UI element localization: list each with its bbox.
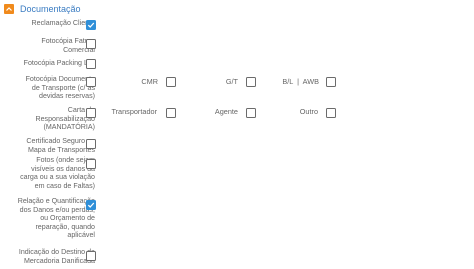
label-line: dos Danos e/ou perdas, [19, 205, 95, 214]
checkbox-documento-transporte[interactable] [86, 77, 96, 87]
label-line: visíveis os danos da [31, 164, 95, 173]
checkbox-outro[interactable] [326, 108, 336, 118]
label-fotos: Fotos (onde sejam visíveis os danos da c… [20, 156, 95, 190]
checkbox-gt[interactable] [246, 77, 256, 87]
checkbox-reclamacao-cliente[interactable] [86, 20, 96, 30]
checkbox-certificado-seguro[interactable] [86, 139, 96, 149]
label-line: em caso de Faltas) [34, 181, 95, 190]
label-documento-transporte: Fotocópia Documento de Transporte (c/ as… [26, 75, 95, 101]
label-line: Fotocópia Documento [25, 75, 95, 83]
label-line: devidas reservas) [39, 92, 95, 101]
label-transportador: Transportador [111, 107, 157, 116]
checkbox-agente[interactable] [246, 108, 256, 118]
label-packing-list: Fotocópia Packing List [24, 59, 95, 68]
label-line: reparação, quando [35, 222, 95, 231]
checkbox-fotos[interactable] [86, 159, 96, 169]
collapse-section-button[interactable] [4, 4, 14, 14]
chevron-up-icon [6, 7, 12, 11]
checkmark-icon [87, 202, 95, 208]
label-line: Mercadoria Danificada [24, 256, 95, 265]
checkmark-icon [87, 22, 95, 28]
label-line: Fotos (onde sejam [36, 156, 95, 164]
checkbox-carta-responsabilizacao[interactable] [86, 108, 96, 118]
label-bl-awb: B/L | AWB [282, 77, 319, 86]
label-line: aplicável [67, 231, 95, 240]
checkbox-transportador[interactable] [166, 108, 176, 118]
section-header: Documentação [4, 3, 81, 15]
label-line: Mapa de Transportes [27, 145, 95, 154]
label-line: carga ou a sua violação [20, 173, 95, 182]
label-gt: G/T [225, 77, 238, 86]
checkbox-fotocopia-fatura[interactable] [86, 39, 96, 49]
checkbox-indicacao-destino[interactable] [86, 251, 96, 261]
label-relacao-quantificacao: Relação e Quantificação dos Danos e/ou p… [18, 197, 95, 240]
checkbox-packing-list[interactable] [86, 59, 96, 69]
checkbox-cmr[interactable] [166, 77, 176, 87]
section-title: Documentação [20, 4, 81, 14]
label-agente: Agente [214, 107, 238, 116]
label-cmr: CMR [141, 77, 158, 86]
label-certificado-seguro: Certificado Seguro ou Mapa de Transporte… [26, 137, 95, 154]
checkbox-bl-awb[interactable] [326, 77, 336, 87]
label-line: Relação e Quantificação [17, 197, 95, 205]
checkbox-relacao-quantificacao[interactable] [86, 200, 96, 210]
label-line: de Transporte (c/ as [31, 83, 95, 92]
label-line: Fotocópia Packing List [23, 59, 95, 67]
label-line: (MANDATÓRIA) [43, 123, 96, 132]
label-outro: Outro [299, 107, 318, 116]
label-line: ou Orçamento de [40, 214, 95, 223]
label-line: Indicação do Destino da [18, 248, 95, 256]
label-line: Certificado Seguro ou [26, 137, 95, 145]
label-indicacao-destino: Indicação do Destino da Mercadoria Danif… [19, 248, 95, 265]
